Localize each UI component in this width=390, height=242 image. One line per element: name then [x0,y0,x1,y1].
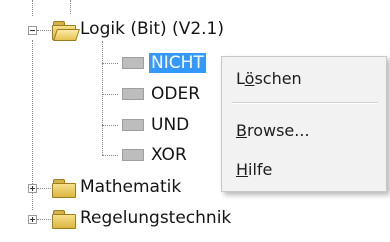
menu-item-browse[interactable]: Browse... [236,121,310,141]
menu-item-loeschen[interactable]: Löschen [236,69,302,89]
block-icon [122,88,144,100]
tree-guide-line [102,41,103,155]
menu-item-accelerator: B [236,121,247,140]
tree-guide-line [102,125,118,126]
menu-item-label-part: ilfe [248,160,273,179]
tree-node-label: NICHT [149,53,206,73]
tree-node-label: Regelungstechnik [80,208,232,228]
menu-item-accelerator: H [236,160,249,179]
menu-item-label-part: rowse... [246,121,310,140]
tree-view: Logik (Bit) (V2.1) NICHT ODER UND XOR Ma… [0,0,390,242]
tree-guide-line [32,0,33,16]
tree-guide-line [37,188,51,189]
expand-icon[interactable] [28,184,37,193]
tree-guide-line [102,63,118,64]
expand-icon[interactable] [28,215,37,224]
menu-item-label-part: schen [254,69,302,88]
tree-guide-line [37,30,51,31]
tree-node-label: Mathematik [80,177,182,197]
tree-node-label: Logik (Bit) (V2.1) [80,19,224,39]
collapse-icon[interactable] [28,26,37,35]
tree-guide-line [70,0,71,14]
block-icon [122,57,144,69]
menu-item-label-part: L [236,69,245,88]
tree-node-label: XOR [151,145,187,165]
tree-node-label: ODER [151,84,201,104]
block-icon [122,149,144,161]
folder-open-icon [52,21,80,41]
tree-node-label: UND [151,115,190,135]
folder-icon [52,210,76,229]
tree-guide-line [102,94,118,95]
menu-separator [232,102,378,104]
context-menu: Löschen Browse... Hilfe [221,56,387,192]
tree-guide-line [37,219,51,220]
menu-item-accelerator: ö [244,69,255,88]
tree-guide-line [102,155,118,156]
block-icon [122,119,144,131]
menu-item-hilfe[interactable]: Hilfe [236,160,272,180]
folder-icon [52,179,76,198]
